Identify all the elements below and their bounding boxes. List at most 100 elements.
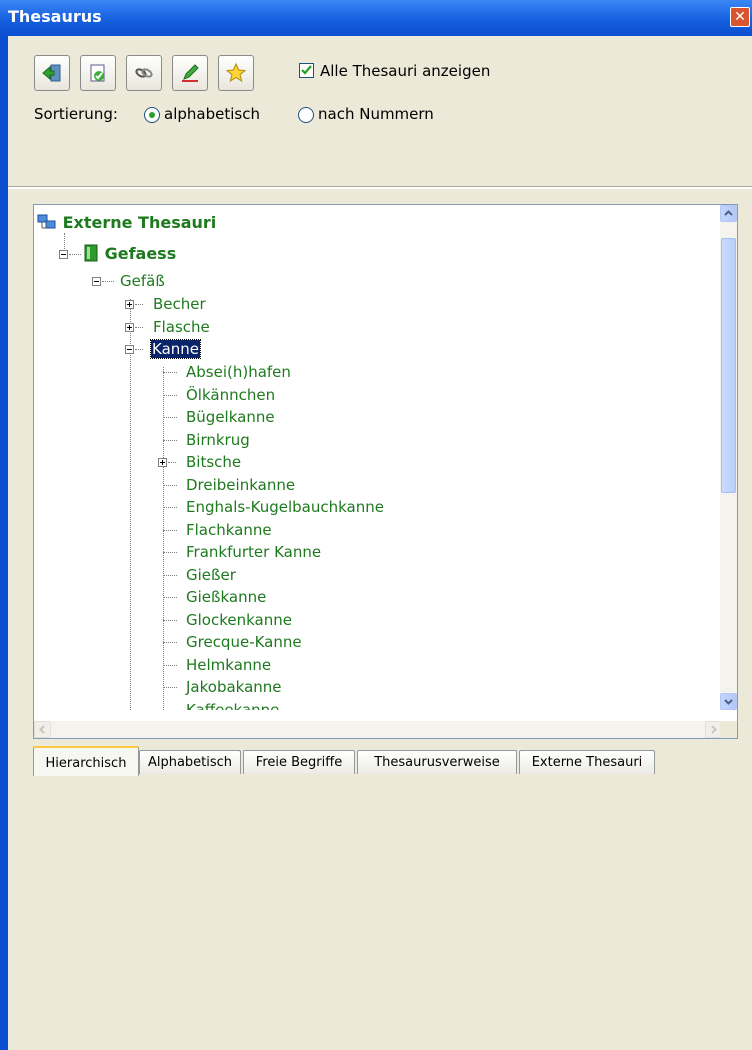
tree-guide [163,687,177,688]
tree-guide [163,507,177,508]
tree-guide [163,530,177,531]
collapse-toggle[interactable] [125,345,134,354]
tree-guide [135,349,143,350]
tree-node-child[interactable]: Absei(h)hafen [186,363,291,381]
horizontal-scrollbar[interactable] [34,721,722,738]
tree-node-label: Kaffeekanne [186,701,280,710]
tab-freie-begriffe[interactable]: Freie Begriffe [243,750,355,774]
tree-node-child[interactable]: Flachkanne [186,521,272,539]
expand-toggle[interactable] [125,323,134,332]
tree-guide [130,299,131,710]
tree-node-label: Gießer [186,566,236,584]
tree-node-child[interactable]: Bügelkanne [186,408,275,426]
tree-guide [163,575,177,576]
link-icon [135,68,153,78]
sort-number-radio[interactable] [298,107,314,123]
tree-node-child[interactable]: Kaffeekanne [186,701,279,710]
tree-node-child[interactable]: Dreibeinkanne [186,476,295,494]
tree-node[interactable]: Becher [153,295,206,313]
favorite-button[interactable] [218,55,254,91]
tree-node-label: Bitsche [186,453,242,471]
scrollbar-corner [720,721,737,738]
tree-guide [163,552,177,553]
tree-node-label: Kanne [149,339,202,359]
tree-guide [163,440,177,441]
apply-button[interactable] [80,55,116,91]
tree-guide [135,304,143,305]
tree-node-label: Helmkanne [186,656,272,674]
link-button[interactable] [126,55,162,91]
close-button[interactable]: ✕ [730,7,750,27]
favorite-icon [226,63,246,83]
tab-label: Alphabetisch [147,755,233,770]
tab-alphabetisch[interactable]: Alphabetisch [139,750,241,774]
edit-button[interactable] [172,55,208,91]
collapse-toggle[interactable] [92,277,101,286]
tree-node-selected[interactable]: Kanne [149,339,202,359]
arrow-up-icon [724,210,733,216]
sort-label: Sortierung: [34,105,118,123]
window-title: Thesaurus [8,7,102,26]
tree-node[interactable]: Flasche [153,318,210,336]
tree-node-label: Bügelkanne [186,408,275,426]
tree-node-category[interactable]: Gefäß [120,272,165,290]
tab-label: Externe Thesauri [531,755,643,770]
tree-guide [163,620,177,621]
apply-icon [90,64,105,82]
sort-number-label: nach Nummern [318,105,434,123]
tree-node-child[interactable]: Glockenkanne [186,611,292,629]
tree-node-child[interactable]: Jakobakanne [186,678,282,696]
tab-externe-thesauri[interactable]: Externe Thesauri [519,750,655,774]
tree-node-label: Absei(h)hafen [186,363,291,381]
scroll-down-button[interactable] [720,693,737,710]
tree-root[interactable]: Externe Thesauri [37,213,216,232]
tree-node-label: Dreibeinkanne [186,476,296,494]
tree-node-child[interactable]: Gießer [186,566,236,584]
collapse-toggle[interactable] [59,250,68,259]
tree-guide [102,281,114,282]
tree-node-label: Birnkrug [186,431,250,449]
tree-node-child[interactable]: Bitsche [186,453,241,471]
title-bar: Thesaurus ✕ [0,0,752,36]
show-all-checkbox[interactable] [299,63,314,78]
expand-toggle[interactable] [125,300,134,309]
tree-node-label: Gefäß [120,272,165,290]
tree-node-label: Grecque-Kanne [186,633,302,651]
tree-node-label: Flachkanne [186,521,272,539]
scroll-left-button[interactable] [34,721,51,738]
tree-node-child[interactable]: Ölkännchen [186,386,275,404]
tree-content: Externe Thesauri Gefaess Gefäß Becher Fl… [34,205,704,710]
tree-node-child[interactable]: Helmkanne [186,656,271,674]
book-icon [84,244,98,262]
tree-node-thesaurus[interactable]: Gefaess [83,244,176,263]
expand-toggle[interactable] [158,458,167,467]
tab-label: Hierarchisch [45,756,127,771]
vertical-scrollbar[interactable] [720,205,737,710]
tree-node-child[interactable]: Grecque-Kanne [186,633,302,651]
tree-node-label: Enghals-Kugelbauchkanne [186,498,384,516]
scrollbar-thumb[interactable] [721,238,736,493]
tree-node-child[interactable]: Gießkanne [186,588,266,606]
tree-node-label: Flasche [153,318,210,336]
scroll-up-button[interactable] [720,205,737,222]
sort-alphabetical-radio[interactable] [144,107,160,123]
exit-button[interactable] [34,55,70,91]
arrow-left-icon [39,725,45,734]
arrow-down-icon [724,699,733,705]
tree-guide [163,395,177,396]
arrow-right-icon [711,725,717,734]
tab-label: Freie Begriffe [255,755,343,770]
sort-alphabetical-label: alphabetisch [164,105,260,123]
show-all-label: Alle Thesauri anzeigen [320,62,491,80]
edit-icon [182,64,199,82]
exit-icon [42,64,61,82]
tree-node-label: Becher [153,295,206,313]
tree-node-label: Glockenkanne [186,611,292,629]
tab-thesaurusverweise[interactable]: Thesaurusverweise [357,750,517,774]
tree-node-child[interactable]: Birnkrug [186,431,250,449]
tree-view[interactable]: Externe Thesauri Gefaess Gefäß Becher Fl… [33,204,738,739]
tab-hierarchisch[interactable]: Hierarchisch [33,746,139,776]
tree-guide [69,254,81,255]
tree-node-child[interactable]: Frankfurter Kanne [186,543,321,561]
tree-node-child[interactable]: Enghals-Kugelbauchkanne [186,498,384,516]
